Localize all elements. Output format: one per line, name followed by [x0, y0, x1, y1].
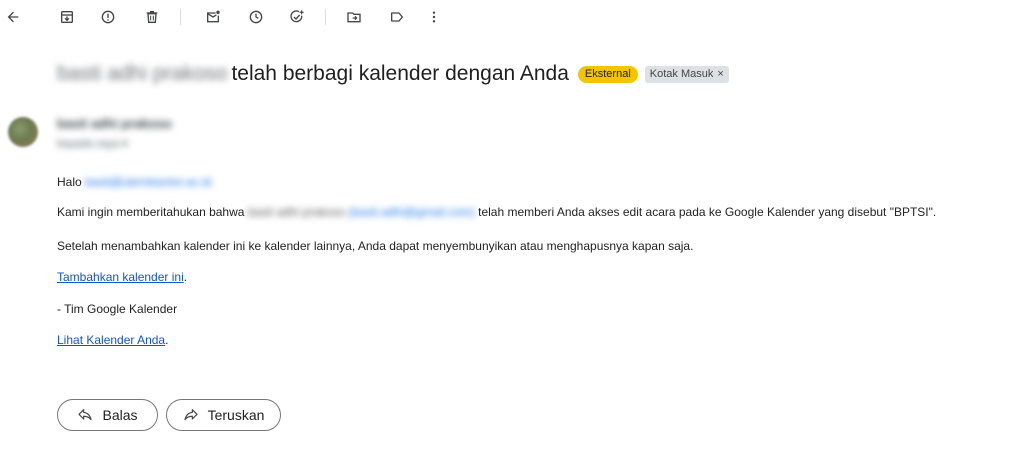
recipient-details[interactable]: kepada saya ▾	[57, 137, 128, 150]
remove-label-icon[interactable]: ×	[717, 68, 723, 81]
snooze-icon[interactable]	[243, 4, 269, 30]
delete-icon[interactable]	[139, 4, 165, 30]
reply-button[interactable]: Balas	[57, 399, 158, 431]
reply-label: Balas	[102, 407, 138, 423]
add-calendar-line: Tambahkan kalender ini.	[57, 270, 187, 284]
forward-label: Teruskan	[207, 407, 265, 423]
p1-before-text: Kami ingin memberitahukan bahwa	[57, 205, 245, 219]
external-badge: Eksternal	[577, 65, 638, 83]
p1-sender-name: basti adhi prakoso	[247, 205, 346, 219]
info-paragraph: Setelah menambahkan kalender ini ke kale…	[57, 239, 694, 253]
add-link-period: .	[183, 270, 188, 284]
forward-button[interactable]: Teruskan	[166, 399, 281, 431]
view-link-period: .	[165, 333, 169, 347]
add-calendar-link[interactable]: Tambahkan kalender ini	[57, 270, 184, 284]
signature: - Tim Google Kalender	[57, 302, 178, 316]
sender-name[interactable]: basti adhi prakoso	[57, 116, 172, 131]
reply-icon	[78, 409, 93, 421]
p1-sender-email[interactable]: (basti.adhi@gmail.com)	[349, 205, 475, 219]
report-spam-icon[interactable]	[95, 4, 121, 30]
subject-sender-name: basti adhi prakoso	[57, 62, 228, 85]
archive-icon[interactable]	[54, 4, 80, 30]
add-to-tasks-icon[interactable]	[284, 4, 310, 30]
greeting-email-link[interactable]: basti@ubrmkantor.ac.id	[85, 175, 211, 189]
mark-unread-icon[interactable]	[200, 4, 226, 30]
inbox-label-text: Kotak Masuk	[649, 67, 714, 80]
toolbar-divider	[325, 9, 326, 25]
back-arrow-icon[interactable]	[0, 4, 26, 30]
email-toolbar	[0, 0, 1024, 34]
greeting-line: Halo basti@ubrmkantor.ac.id	[57, 175, 211, 189]
label-icon[interactable]	[384, 4, 410, 30]
notification-paragraph: Kami ingin memberitahukan bahwa basti ad…	[57, 205, 936, 219]
subject-text: telah berbagi kalender dengan Anda	[231, 62, 569, 85]
more-options-icon[interactable]	[421, 4, 447, 30]
toolbar-divider	[180, 9, 181, 25]
greeting-text: Halo	[57, 175, 82, 189]
inbox-label-chip: Kotak Masuk ×	[644, 65, 729, 83]
avatar[interactable]	[8, 117, 38, 147]
view-calendar-line: Lihat Kalender Anda.	[57, 333, 168, 347]
email-subject: basti adhi prakoso telah berbagi kalende…	[57, 59, 729, 89]
forward-icon	[183, 409, 198, 421]
view-calendar-link[interactable]: Lihat Kalender Anda	[57, 333, 165, 347]
p1-after-text: telah memberi Anda akses edit acara pada…	[478, 205, 937, 219]
move-to-icon[interactable]	[341, 4, 367, 30]
